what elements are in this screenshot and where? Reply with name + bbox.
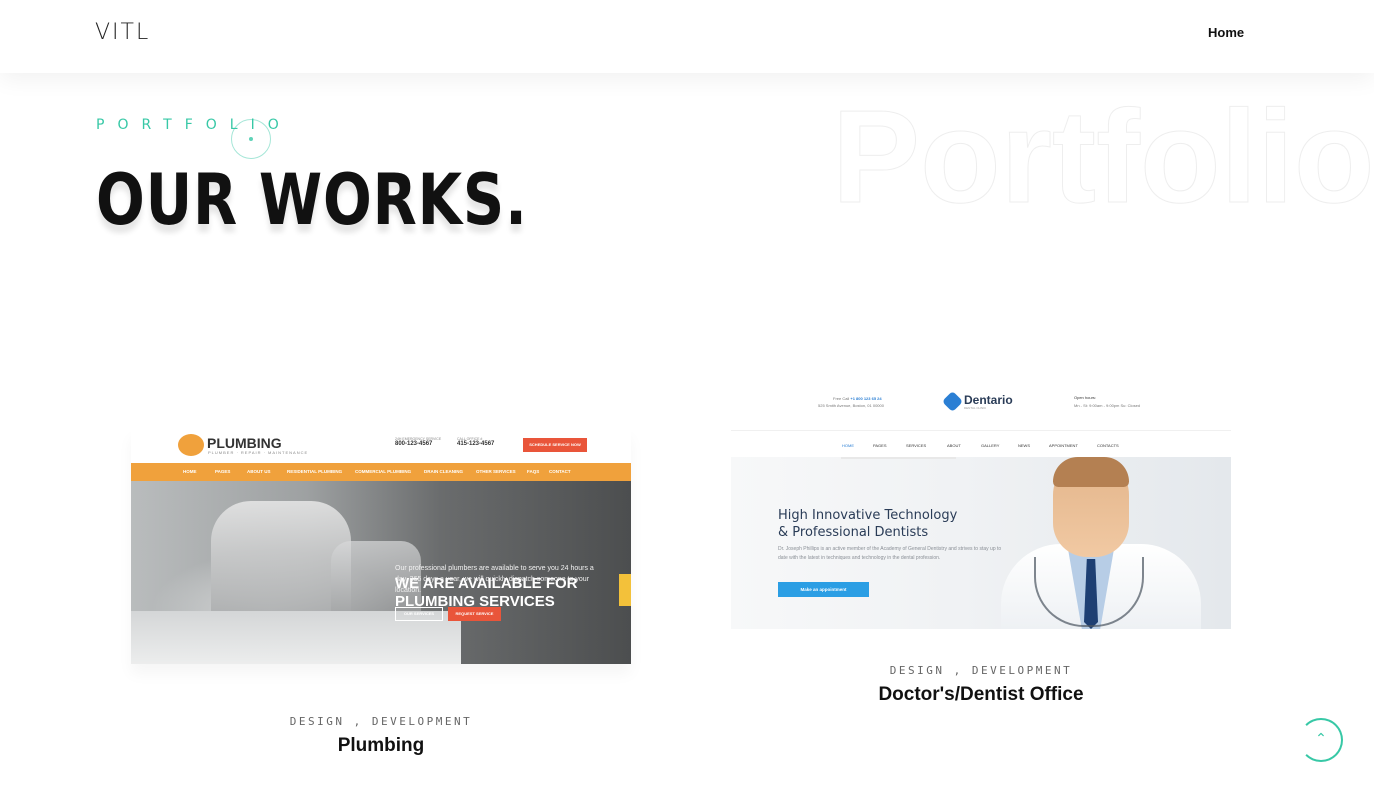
preview-nav-item: CONTACTS — [1097, 443, 1119, 448]
project-thumbnail[interactable]: PLUMBING PLUMBER · REPAIR · MAINTENANCE … — [131, 428, 631, 664]
portfolio-card-dentist[interactable]: Free Call +1 800 123 65 24 525 Smith Ave… — [731, 379, 1231, 705]
plumbing-logo-icon — [178, 434, 204, 456]
background-watermark-text: Portfolio — [832, 83, 1374, 230]
preview-headline-line-1: High Innovative Technology — [778, 508, 958, 523]
site-header: VITL Home — [0, 0, 1374, 73]
chevron-up-icon: ⌃ — [1315, 731, 1327, 747]
project-thumbnail[interactable]: Free Call +1 800 123 65 24 525 Smith Ave… — [731, 379, 1231, 629]
preview-nav-item: DRAIN CLEANING — [424, 469, 463, 474]
nav-home-link[interactable]: Home — [1208, 25, 1244, 40]
decorative-dot — [249, 137, 253, 141]
preview-body-text: Dr. Joseph Phillips is an active member … — [778, 546, 1002, 561]
preview-nav-item: NEWS — [1018, 443, 1030, 448]
preview-logo-sub: DENTAL CLINIC — [964, 406, 987, 410]
project-categories: DESIGN , DEVELOPMENT — [289, 715, 473, 728]
preview-top-bar: PLUMBING PLUMBER · REPAIR · MAINTENANCE … — [131, 428, 631, 463]
doctor-hair-shape — [1053, 457, 1129, 487]
preview-logo-sub: PLUMBER · REPAIR · MAINTENANCE — [208, 450, 309, 455]
preview-phone-1-number: 800-123-4567 — [395, 441, 433, 447]
preview-nav-item: PAGES — [873, 443, 887, 448]
preview-schedule-button: SCHEDULE SERVICE NOW — [523, 438, 587, 452]
preview-nav-underline — [841, 457, 956, 459]
preview-address: 525 Smith Avenue, Boston, 01 00000 — [818, 403, 884, 408]
section-title: OUR WORKS. — [96, 159, 528, 241]
preview-nav-item: HOME — [842, 443, 854, 448]
preview-appointment-button: Make an appointment — [778, 582, 869, 597]
preview-nav-item: RESIDENTIAL PLUMBING — [287, 469, 343, 474]
preview-nav-item: PAGES — [215, 469, 231, 474]
preview-nav-item: GALLERY — [981, 443, 1000, 448]
preview-nav-item: OTHER SERVICES — [476, 469, 516, 474]
preview-services-button: OUR SERVICES — [395, 607, 443, 621]
preview-headline: High Innovative Technology & Professiona… — [778, 507, 957, 541]
preview-side-widget — [619, 574, 631, 606]
preview-logo: Dentario — [964, 393, 1013, 407]
faucet-shape — [211, 501, 351, 621]
preview-nav-item: SERVICES — [906, 443, 927, 448]
preview-nav-item: ABOUT US — [247, 469, 271, 474]
preview-nav-item: APPOINTMENT — [1049, 443, 1078, 448]
preview-nav: HOME PAGES ABOUT US RESIDENTIAL PLUMBING… — [131, 463, 631, 481]
preview-phone-2-number: 415-123-4567 — [457, 441, 495, 447]
preview-nav-item: ABOUT — [947, 443, 961, 448]
preview-top-bar: Free Call +1 800 123 65 24 525 Smith Ave… — [731, 379, 1231, 429]
preview-nav-item: HOME — [183, 469, 197, 474]
project-title[interactable]: Plumbing — [131, 735, 631, 757]
tooth-logo-icon — [941, 390, 964, 413]
preview-request-button: REQUEST SERVICE — [448, 607, 501, 621]
preview-nav-item: COMMERCIAL PLUMBING — [355, 469, 412, 474]
preview-body-text: Our professional plumbers are available … — [395, 565, 594, 594]
preview-phone-1: 24H EMERGENCY SERVICE 800-123-4567 — [395, 437, 441, 447]
preview-hours-label: Open hours: — [1074, 395, 1097, 400]
project-title[interactable]: Doctor's/Dentist Office — [731, 684, 1231, 706]
project-categories: DESIGN , DEVELOPMENT — [889, 664, 1073, 677]
scroll-to-top-button[interactable]: ⌃ — [1299, 718, 1343, 762]
preview-free-call-label: Free Call — [833, 396, 850, 401]
site-logo[interactable]: VITL — [95, 20, 150, 45]
preview-nav: HOME PAGES SERVICES ABOUT GALLERY NEWS A… — [731, 430, 1231, 457]
preview-hours: Mn - St: 9:00am - 9:00pm Su: Closed — [1074, 403, 1141, 408]
portfolio-card-plumbing[interactable]: PLUMBING PLUMBER · REPAIR · MAINTENANCE … — [131, 428, 631, 756]
preview-phone: +1 800 123 65 24 — [850, 396, 882, 401]
preview-headline-line-2: & Professional Dentists — [778, 525, 929, 540]
preview-nav-item: CONTACT — [549, 469, 571, 474]
preview-free-call: Free Call +1 800 123 65 24 — [833, 396, 882, 401]
preview-phone-2: CALL OFFICE # 415-123-4567 — [457, 437, 494, 447]
preview-logo: PLUMBING — [207, 435, 282, 451]
preview-nav-item: FAQS — [527, 469, 540, 474]
